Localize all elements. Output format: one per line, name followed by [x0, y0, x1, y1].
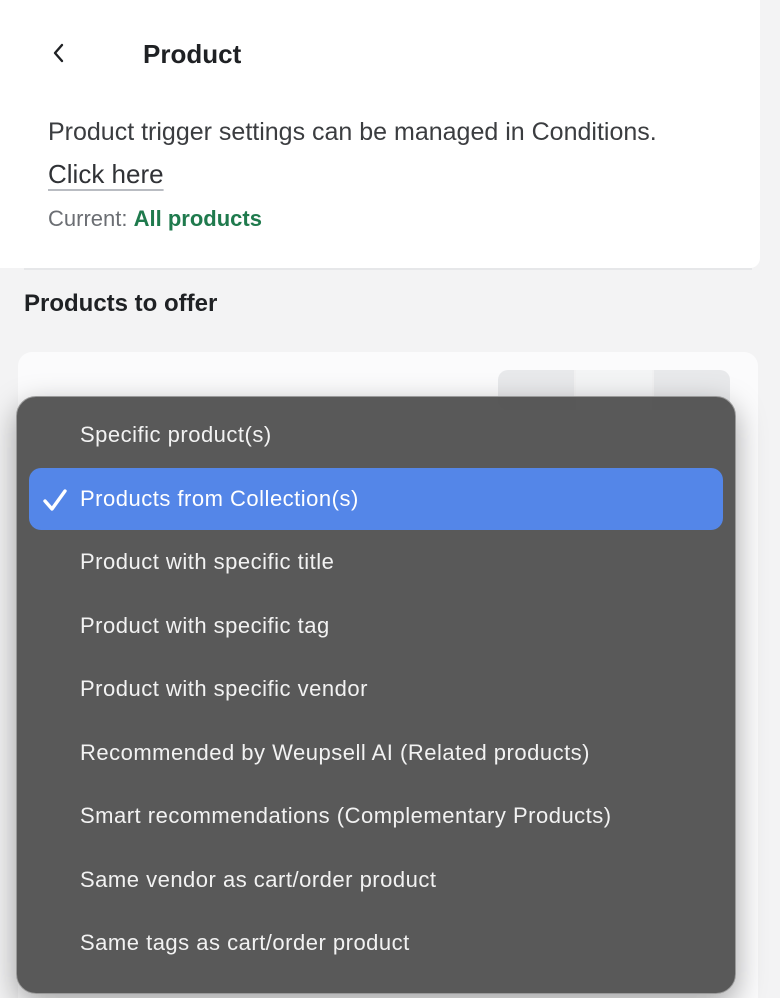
current-trigger: Current: All products: [48, 205, 262, 233]
offer-type-dropdown-menu[interactable]: Specific product(s) Products from Collect…: [16, 396, 736, 994]
menu-item[interactable]: Specific product(s): [29, 404, 723, 466]
current-value: All products: [133, 206, 262, 231]
checkmark-icon: [43, 488, 67, 511]
menu-item-label: Specific product(s): [80, 422, 272, 447]
conditions-link[interactable]: Click here: [48, 158, 164, 190]
menu-item-label: Smart recommendations (Complementary Pro…: [80, 803, 612, 828]
menu-item[interactable]: Same vendor as cart/order product: [29, 849, 723, 911]
current-label: Current:: [48, 206, 128, 231]
menu-item-label: Product with specific vendor: [80, 676, 368, 701]
menu-item-label: Products from Collection(s): [80, 485, 359, 511]
page: Product Product trigger settings can be …: [0, 0, 780, 998]
menu-item[interactable]: Recommended by Weupsell AI (Related prod…: [29, 722, 723, 784]
back-button[interactable]: [42, 36, 76, 70]
menu-item[interactable]: Product with specific title: [29, 531, 723, 593]
section-title: Products to offer: [24, 290, 218, 317]
divider: [24, 268, 752, 270]
trigger-card: Product Product trigger settings can be …: [0, 0, 760, 268]
menu-item-label: Same tags as cart/order product: [80, 930, 410, 955]
trigger-info-text: Product trigger settings can be managed …: [48, 118, 657, 146]
menu-item[interactable]: Product with specific tag: [29, 595, 723, 657]
menu-item-label: Product with specific title: [80, 549, 335, 574]
chevron-left-icon: [53, 43, 64, 63]
menu-item[interactable]: Smart recommendations (Complementary Pro…: [29, 785, 723, 847]
menu-item-label: Product with specific tag: [80, 612, 330, 638]
menu-item-label: Recommended by Weupsell AI (Related prod…: [80, 739, 591, 765]
page-title: Product: [143, 39, 242, 69]
menu-item-label: Same vendor as cart/order product: [80, 866, 437, 892]
menu-item[interactable]: Same tags as cart/order product: [29, 912, 723, 974]
menu-item[interactable]: Products from Collection(s): [29, 467, 723, 530]
menu-item[interactable]: Product with specific vendor: [29, 658, 723, 720]
